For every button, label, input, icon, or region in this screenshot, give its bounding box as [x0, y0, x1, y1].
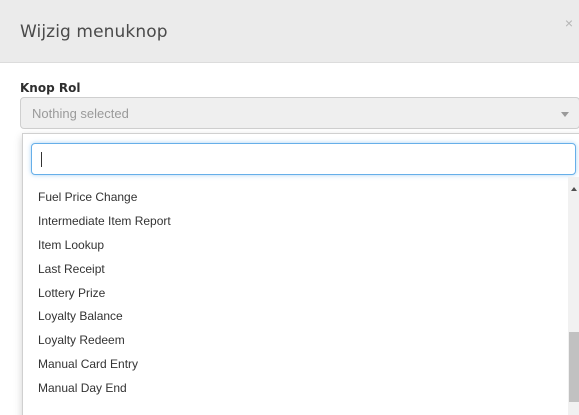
modal-header: Wijzig menuknop ×: [0, 0, 579, 63]
dropdown-option[interactable]: Loyalty Balance: [23, 305, 571, 329]
dropdown-option[interactable]: Last Receipt: [23, 258, 571, 282]
dropdown-option[interactable]: Intermediate Item Report: [23, 210, 571, 234]
select-placeholder: Nothing selected: [32, 106, 129, 121]
dropdown-search-input[interactable]: [40, 149, 560, 169]
dropdown-option[interactable]: Manual Card Entry: [23, 353, 571, 377]
close-icon[interactable]: ×: [565, 16, 573, 30]
scroll-up-arrow-icon[interactable]: [571, 187, 577, 191]
button-role-label: Knop Rol: [20, 81, 81, 95]
dropdown-options-list: Fuel Price Change Intermediate Item Repo…: [23, 186, 571, 401]
caret-down-icon: [561, 112, 569, 117]
page: Wijzig menuknop × Knop Rol Nothing selec…: [0, 0, 579, 415]
text-cursor: [41, 152, 42, 167]
dropdown-scrollbar[interactable]: [568, 177, 579, 415]
button-role-select[interactable]: Nothing selected: [20, 97, 579, 129]
dropdown-option[interactable]: Lottery Prize: [23, 282, 571, 306]
dropdown-search-box[interactable]: [31, 143, 576, 175]
role-dropdown-menu: Fuel Price Change Intermediate Item Repo…: [22, 133, 579, 415]
dropdown-option[interactable]: Item Lookup: [23, 234, 571, 258]
dropdown-option[interactable]: Fuel Price Change: [23, 186, 571, 210]
dropdown-option[interactable]: Loyalty Redeem: [23, 329, 571, 353]
modal-title: Wijzig menuknop: [20, 22, 168, 42]
dropdown-option[interactable]: Manual Day End: [23, 377, 571, 401]
scrollbar-thumb[interactable]: [569, 332, 579, 402]
